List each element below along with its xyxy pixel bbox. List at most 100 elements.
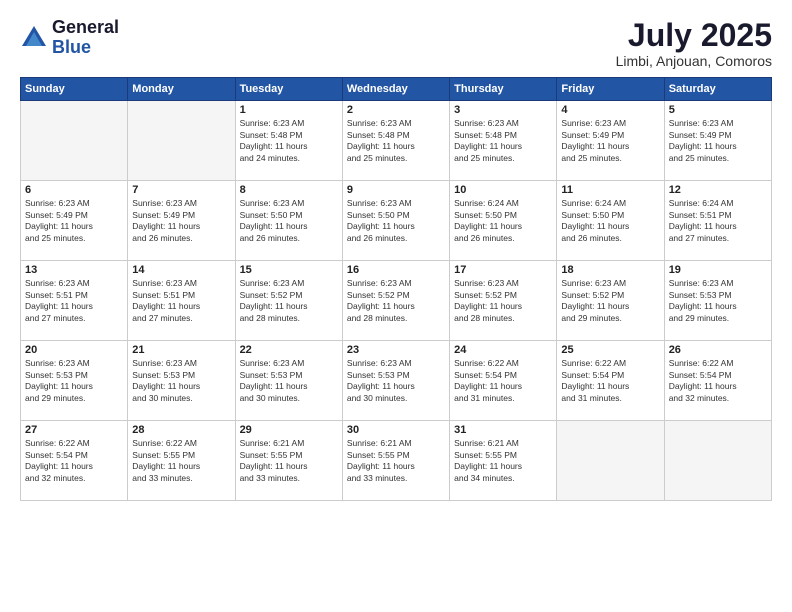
logo-general: General xyxy=(52,18,119,38)
calendar-cell: 5 Sunrise: 6:23 AM Sunset: 5:49 PM Daylig… xyxy=(664,101,771,181)
day-info: Sunrise: 6:23 AM Sunset: 5:48 PM Dayligh… xyxy=(347,118,445,164)
day-number: 3 xyxy=(454,104,552,116)
day-number: 20 xyxy=(25,344,123,356)
header: General Blue July 2025 Limbi, Anjouan, C… xyxy=(20,18,772,69)
calendar-week-2: 6Sunrise: 6:23 AM Sunset: 5:49 PM Daylig… xyxy=(21,181,772,261)
calendar-cell xyxy=(21,101,128,181)
calendar-cell: 2 Sunrise: 6:23 AM Sunset: 5:48 PM Daylig… xyxy=(342,101,449,181)
calendar-cell: 18 Sunrise: 6:23 AM Sunset: 5:52 PM Dayli… xyxy=(557,261,664,341)
logo-blue: Blue xyxy=(52,38,119,58)
day-number: 17 xyxy=(454,264,552,276)
calendar-header-sunday: Sunday xyxy=(21,78,128,101)
title-block: July 2025 Limbi, Anjouan, Comoros xyxy=(616,18,772,69)
calendar-header-wednesday: Wednesday xyxy=(342,78,449,101)
day-info: Sunrise: 6:24 AM Sunset: 5:51 PM Dayligh… xyxy=(669,198,767,244)
day-info: Sunrise: 6:23 AM Sunset: 5:48 PM Dayligh… xyxy=(454,118,552,164)
calendar-cell: 20 Sunrise: 6:23 AM Sunset: 5:53 PM Dayli… xyxy=(21,341,128,421)
day-info: Sunrise: 6:23 AM Sunset: 5:51 PM Dayligh… xyxy=(132,278,230,324)
calendar-cell: 26 Sunrise: 6:22 AM Sunset: 5:54 PM Dayli… xyxy=(664,341,771,421)
calendar-header-friday: Friday xyxy=(557,78,664,101)
location: Limbi, Anjouan, Comoros xyxy=(616,53,772,69)
calendar-week-4: 20 Sunrise: 6:23 AM Sunset: 5:53 PM Dayli… xyxy=(21,341,772,421)
calendar-header-saturday: Saturday xyxy=(664,78,771,101)
day-number: 24 xyxy=(454,344,552,356)
day-info: Sunrise: 6:23 AM Sunset: 5:52 PM Dayligh… xyxy=(240,278,338,324)
calendar-cell: 14 Sunrise: 6:23 AM Sunset: 5:51 PM Dayli… xyxy=(128,261,235,341)
day-number: 15 xyxy=(240,264,338,276)
calendar-cell: 8 Sunrise: 6:23 AM Sunset: 5:50 PM Daylig… xyxy=(235,181,342,261)
day-number: 26 xyxy=(669,344,767,356)
calendar-week-3: 13 Sunrise: 6:23 AM Sunset: 5:51 PM Dayli… xyxy=(21,261,772,341)
day-info: Sunrise: 6:24 AM Sunset: 5:50 PM Dayligh… xyxy=(454,198,552,244)
day-info: Sunrise: 6:23 AM Sunset: 5:53 PM Dayligh… xyxy=(347,358,445,404)
day-info: Sunrise: 6:23 AM Sunset: 5:50 PM Dayligh… xyxy=(347,198,445,244)
day-info: Sunrise: 6:23 AM Sunset: 5:53 PM Dayligh… xyxy=(240,358,338,404)
calendar-cell: 30 Sunrise: 6:21 AM Sunset: 5:55 PM Dayli… xyxy=(342,421,449,501)
calendar-cell: 7Sunrise: 6:23 AM Sunset: 5:49 PM Daylig… xyxy=(128,181,235,261)
calendar-cell: 25 Sunrise: 6:22 AM Sunset: 5:54 PM Dayli… xyxy=(557,341,664,421)
calendar-cell: 10 Sunrise: 6:24 AM Sunset: 5:50 PM Dayli… xyxy=(450,181,557,261)
calendar-cell: 9 Sunrise: 6:23 AM Sunset: 5:50 PM Daylig… xyxy=(342,181,449,261)
day-info: Sunrise: 6:23 AM Sunset: 5:49 PM Dayligh… xyxy=(561,118,659,164)
calendar-cell: 15 Sunrise: 6:23 AM Sunset: 5:52 PM Dayli… xyxy=(235,261,342,341)
day-info: Sunrise: 6:23 AM Sunset: 5:52 PM Dayligh… xyxy=(347,278,445,324)
calendar-cell xyxy=(557,421,664,501)
calendar-cell: 28Sunrise: 6:22 AM Sunset: 5:55 PM Dayli… xyxy=(128,421,235,501)
day-number: 10 xyxy=(454,184,552,196)
calendar-cell xyxy=(128,101,235,181)
day-number: 2 xyxy=(347,104,445,116)
day-number: 11 xyxy=(561,184,659,196)
calendar-cell: 16 Sunrise: 6:23 AM Sunset: 5:52 PM Dayli… xyxy=(342,261,449,341)
day-number: 19 xyxy=(669,264,767,276)
calendar-cell xyxy=(664,421,771,501)
calendar-week-1: 1 Sunrise: 6:23 AM Sunset: 5:48 PM Daylig… xyxy=(21,101,772,181)
day-info: Sunrise: 6:22 AM Sunset: 5:54 PM Dayligh… xyxy=(669,358,767,404)
day-number: 12 xyxy=(669,184,767,196)
calendar-cell: 4 Sunrise: 6:23 AM Sunset: 5:49 PM Daylig… xyxy=(557,101,664,181)
calendar-cell: 1 Sunrise: 6:23 AM Sunset: 5:48 PM Daylig… xyxy=(235,101,342,181)
calendar-cell: 19 Sunrise: 6:23 AM Sunset: 5:53 PM Dayli… xyxy=(664,261,771,341)
day-info: Sunrise: 6:21 AM Sunset: 5:55 PM Dayligh… xyxy=(347,438,445,484)
calendar-cell: 21 Sunrise: 6:23 AM Sunset: 5:53 PM Dayli… xyxy=(128,341,235,421)
calendar-header-tuesday: Tuesday xyxy=(235,78,342,101)
day-info: Sunrise: 6:23 AM Sunset: 5:53 PM Dayligh… xyxy=(132,358,230,404)
day-number: 25 xyxy=(561,344,659,356)
day-number: 13 xyxy=(25,264,123,276)
day-info: Sunrise: 6:23 AM Sunset: 5:52 PM Dayligh… xyxy=(561,278,659,324)
day-info: Sunrise: 6:23 AM Sunset: 5:48 PM Dayligh… xyxy=(240,118,338,164)
day-info: Sunrise: 6:21 AM Sunset: 5:55 PM Dayligh… xyxy=(240,438,338,484)
day-info: Sunrise: 6:23 AM Sunset: 5:53 PM Dayligh… xyxy=(25,358,123,404)
day-info: Sunrise: 6:23 AM Sunset: 5:53 PM Dayligh… xyxy=(669,278,767,324)
calendar-cell: 23 Sunrise: 6:23 AM Sunset: 5:53 PM Dayli… xyxy=(342,341,449,421)
day-number: 30 xyxy=(347,424,445,436)
calendar-cell: 29 Sunrise: 6:21 AM Sunset: 5:55 PM Dayli… xyxy=(235,421,342,501)
day-number: 1 xyxy=(240,104,338,116)
day-number: 21 xyxy=(132,344,230,356)
calendar-cell: 17Sunrise: 6:23 AM Sunset: 5:52 PM Dayli… xyxy=(450,261,557,341)
day-number: 18 xyxy=(561,264,659,276)
day-number: 23 xyxy=(347,344,445,356)
day-info: Sunrise: 6:24 AM Sunset: 5:50 PM Dayligh… xyxy=(561,198,659,244)
day-number: 16 xyxy=(347,264,445,276)
calendar-cell: 3 Sunrise: 6:23 AM Sunset: 5:48 PM Daylig… xyxy=(450,101,557,181)
day-info: Sunrise: 6:23 AM Sunset: 5:49 PM Dayligh… xyxy=(25,198,123,244)
logo-icon xyxy=(20,24,48,52)
day-number: 8 xyxy=(240,184,338,196)
calendar-cell: 24 Sunrise: 6:22 AM Sunset: 5:54 PM Dayli… xyxy=(450,341,557,421)
calendar-cell: 31 Sunrise: 6:21 AM Sunset: 5:55 PM Dayli… xyxy=(450,421,557,501)
day-number: 31 xyxy=(454,424,552,436)
day-number: 9 xyxy=(347,184,445,196)
day-info: Sunrise: 6:23 AM Sunset: 5:50 PM Dayligh… xyxy=(240,198,338,244)
day-number: 4 xyxy=(561,104,659,116)
day-number: 28 xyxy=(132,424,230,436)
day-info: Sunrise: 6:23 AM Sunset: 5:51 PM Dayligh… xyxy=(25,278,123,324)
day-number: 29 xyxy=(240,424,338,436)
day-info: Sunrise: 6:21 AM Sunset: 5:55 PM Dayligh… xyxy=(454,438,552,484)
month-year: July 2025 xyxy=(616,18,772,53)
day-info: Sunrise: 6:22 AM Sunset: 5:54 PM Dayligh… xyxy=(561,358,659,404)
page: General Blue July 2025 Limbi, Anjouan, C… xyxy=(0,0,792,612)
day-number: 14 xyxy=(132,264,230,276)
day-number: 5 xyxy=(669,104,767,116)
day-info: Sunrise: 6:22 AM Sunset: 5:54 PM Dayligh… xyxy=(454,358,552,404)
day-info: Sunrise: 6:23 AM Sunset: 5:49 PM Dayligh… xyxy=(669,118,767,164)
